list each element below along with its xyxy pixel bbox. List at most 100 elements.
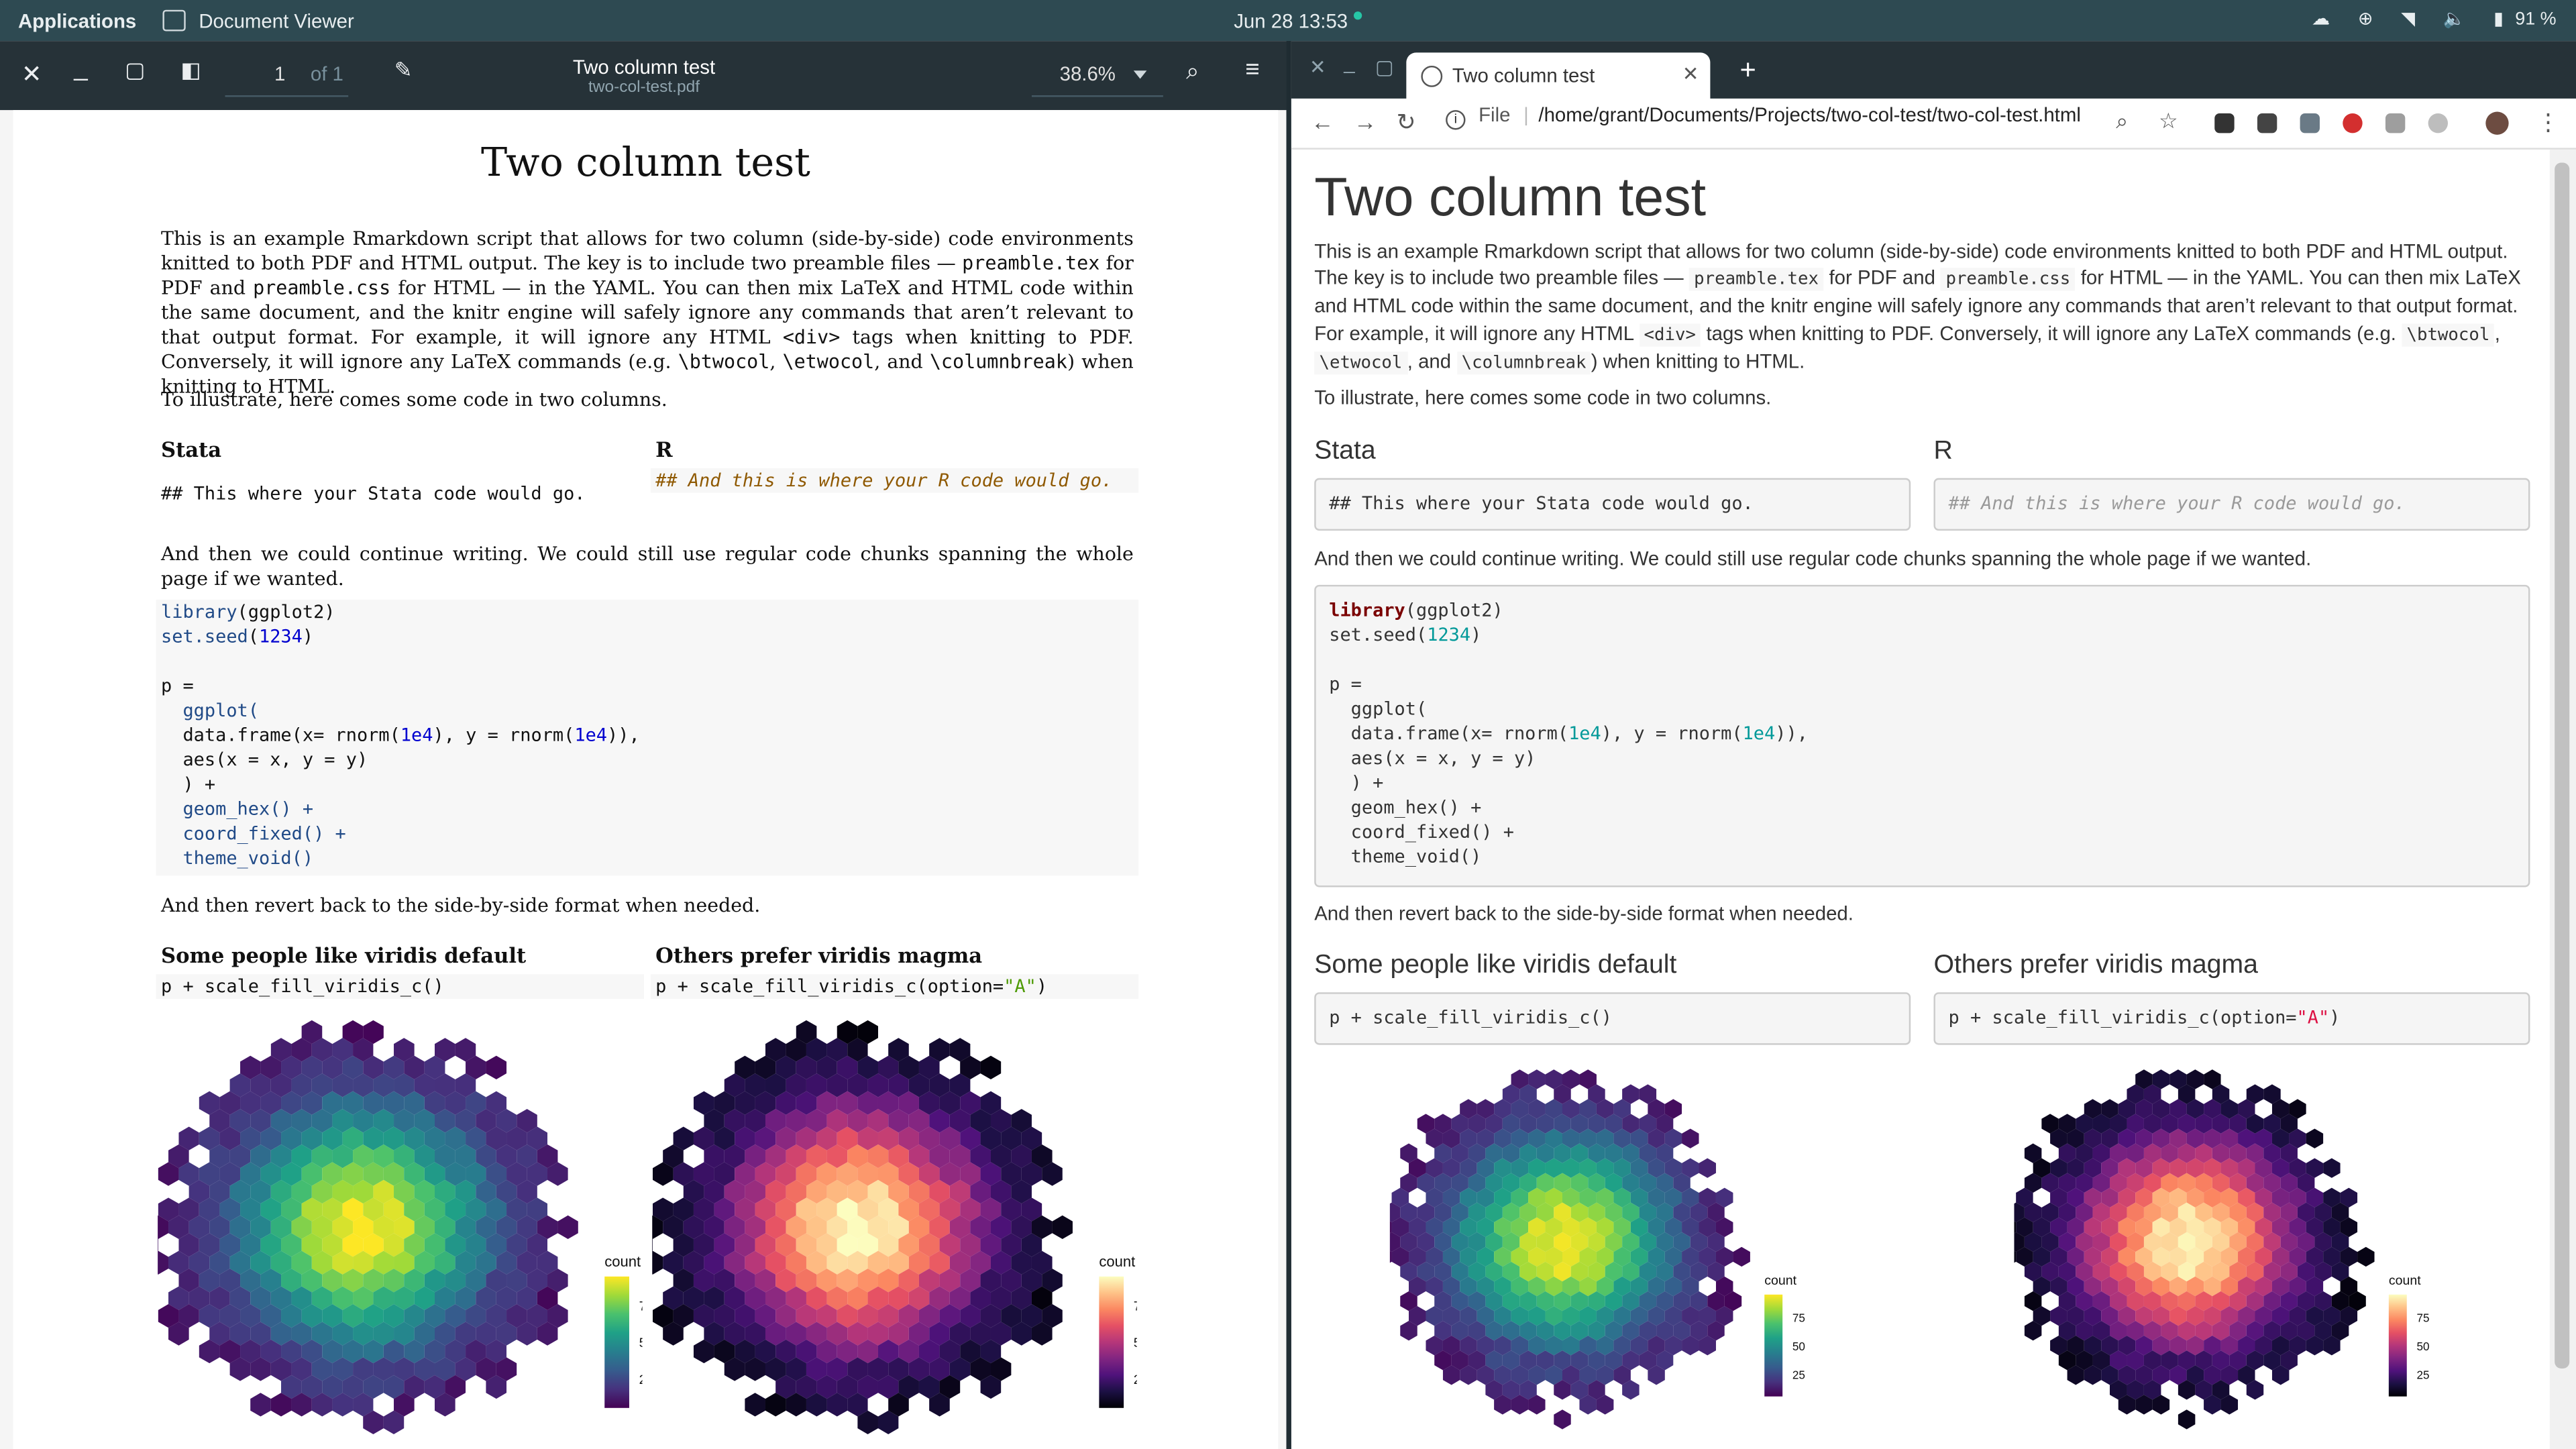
close-icon[interactable]: ✕: [21, 59, 42, 89]
menu-hamburger-icon[interactable]: ≡: [1245, 56, 1259, 84]
code-token: set.seed: [1329, 624, 1416, 646]
hex-bin: [158, 1250, 169, 1275]
code-token: theme_void(): [161, 847, 314, 869]
extension-icon[interactable]: [2428, 113, 2449, 133]
code-token: ), y = rnorm(: [1601, 722, 1743, 745]
avatar[interactable]: [2485, 111, 2509, 135]
minimize-icon[interactable]: _: [74, 54, 87, 83]
window-divider: [1286, 41, 1291, 1449]
pdf-intro-text: ,: [769, 350, 783, 373]
close-icon[interactable]: ✕: [1309, 56, 1326, 78]
hex-bin: [980, 1055, 1002, 1079]
code-token: 1234: [258, 626, 303, 647]
extension-icon[interactable]: [2214, 113, 2235, 133]
extension-icon[interactable]: [2300, 113, 2320, 133]
maximize-icon[interactable]: ▢: [1375, 56, 1394, 78]
web-r-code: ## And this is where your R code would g…: [1933, 478, 2530, 531]
code-token: 1234: [1427, 624, 1471, 646]
scrollbar-thumb[interactable]: [2555, 162, 2570, 1369]
code-token: library: [1329, 599, 1405, 621]
code-token: geom_hex() +: [161, 798, 314, 820]
maximize-icon[interactable]: ▢: [125, 58, 145, 84]
code-token: p + scale_fill_viridis_c(option=: [1948, 1007, 2297, 1029]
pdf-hex-plot-magma: count 7 5 2: [652, 1020, 1137, 1434]
web-intro-text: for PDF and: [1823, 266, 1941, 290]
browser-window: ✕ _ ▢ Two column test ✕ + ← → ↻ i File | /h…: [1291, 41, 2576, 1449]
wifi-icon[interactable]: ◥: [2401, 10, 2415, 30]
hex-bin: [1699, 1158, 1716, 1178]
code-token: ) +: [1329, 772, 1384, 794]
web-intro-text: ) when knitting to HTML.: [1591, 350, 1805, 373]
new-tab-plus-icon[interactable]: +: [1739, 54, 1756, 87]
code-token: ## And this is where your R code would g…: [1948, 492, 2406, 515]
web-intro-text: ,: [2494, 321, 2500, 345]
web-inline-code: \columnbreak: [1456, 351, 1591, 374]
browser-tab-strip: ✕ _ ▢ Two column test ✕ +: [1291, 41, 2576, 99]
page-count: of 1: [310, 62, 343, 86]
pdf-viridis-code: p + scale_fill_viridis_c(): [156, 974, 645, 999]
reload-icon[interactable]: ↻: [1397, 109, 1416, 137]
sidebar-toggle-icon[interactable]: ◧: [180, 58, 201, 84]
web-intro-text: tags when knitting to PDF. Conversely, i…: [1701, 321, 2402, 345]
legend-title: count: [1099, 1253, 1135, 1270]
code-token: ), y = rnorm(: [433, 724, 575, 746]
page-number-entry[interactable]: 1 of 1: [225, 56, 349, 97]
browser-tab[interactable]: Two column test ✕: [1406, 52, 1711, 99]
kebab-menu-icon[interactable]: ⋮: [2536, 109, 2559, 137]
code-token: data.frame(x= rnorm(: [1329, 722, 1569, 745]
page-scrollbar[interactable]: [2549, 149, 2576, 1449]
code-token: ): [1470, 624, 1482, 646]
active-app-indicator[interactable]: Document Viewer: [162, 9, 354, 33]
extension-icon[interactable]: [2385, 113, 2406, 133]
pdf-inline-code: \columnbreak: [929, 350, 1067, 373]
hex-bin: [1052, 1215, 1073, 1240]
volume-icon[interactable]: 🔈: [2443, 10, 2466, 30]
document-viewer-icon: [162, 9, 186, 32]
code-token: data.frame(x= rnorm(: [161, 724, 400, 746]
system-tray[interactable]: ☁ ⊕ ◥ 🔈 ▮ 91 %: [2289, 8, 2557, 30]
hex-bin: [1554, 1409, 1571, 1430]
pdf-title: Two column test: [480, 140, 810, 186]
annotate-pencil-icon[interactable]: ✎: [394, 58, 413, 84]
extension-icon[interactable]: [2343, 113, 2363, 133]
url-text: /home/grant/Documents/Projects/two-col-t…: [1538, 103, 2081, 127]
info-icon[interactable]: i: [1446, 110, 1466, 130]
web-intro-paragraph: This is an example Rmarkdown script that…: [1314, 238, 2530, 376]
code-token: p + scale_fill_viridis_c(option=: [655, 975, 1004, 998]
forward-arrow-icon[interactable]: →: [1354, 109, 1377, 135]
tab-title: Two column test: [1452, 64, 1595, 87]
legend-title: count: [1764, 1273, 1796, 1288]
pdf-main-code-block: library(ggplot2) set.seed(1234) p = ggpl…: [156, 599, 1139, 876]
web-inline-code: \btwocol: [2402, 323, 2495, 346]
applications-menu[interactable]: Applications: [18, 10, 136, 33]
dropbox-icon[interactable]: ☁: [2312, 10, 2330, 30]
tab-close-icon[interactable]: ✕: [1682, 62, 1699, 85]
accessibility-icon[interactable]: ⊕: [2358, 10, 2373, 30]
code-token: )),: [1775, 722, 1808, 745]
current-page[interactable]: 1: [274, 62, 285, 85]
minimize-icon[interactable]: _: [1344, 51, 1354, 74]
active-app-name: Document Viewer: [199, 9, 354, 33]
clock[interactable]: Jun 28 13:53: [1234, 10, 1363, 33]
legend-tick-label: 7: [639, 1299, 643, 1313]
legend-colorbar: [1764, 1294, 1783, 1397]
back-arrow-icon[interactable]: ←: [1311, 109, 1334, 135]
code-token: "A": [2296, 1007, 2330, 1029]
search-icon[interactable]: ⌕: [1186, 58, 1199, 86]
pdf-intro-text: , and: [874, 350, 930, 373]
zoom-magnifier-icon[interactable]: ⌕: [2116, 109, 2128, 135]
code-token: 1e4: [1742, 722, 1776, 745]
zoom-level: 38.6%: [1059, 62, 1116, 86]
web-intro-text: , and: [1407, 350, 1457, 373]
pdf-illustrate-paragraph: To illustrate, here comes some code in t…: [161, 387, 667, 411]
zoom-selector[interactable]: 38.6%: [1031, 56, 1163, 97]
pdf-hex-plot-viridis: count 7 5 2: [158, 1020, 643, 1434]
extension-icon[interactable]: [2257, 113, 2277, 133]
code-token: theme_void(): [1329, 846, 1482, 868]
bookmark-star-icon[interactable]: ☆: [2159, 109, 2178, 135]
pdf-inline-code: preamble.tex: [962, 251, 1100, 274]
address-bar[interactable]: i File | /home/grant/Documents/Projects/two…: [1446, 103, 2169, 140]
legend-tick-label: 50: [2416, 1340, 2429, 1353]
battery-icon[interactable]: ▮: [2493, 10, 2504, 30]
pdf-inline-code: \btwocol: [678, 350, 770, 373]
